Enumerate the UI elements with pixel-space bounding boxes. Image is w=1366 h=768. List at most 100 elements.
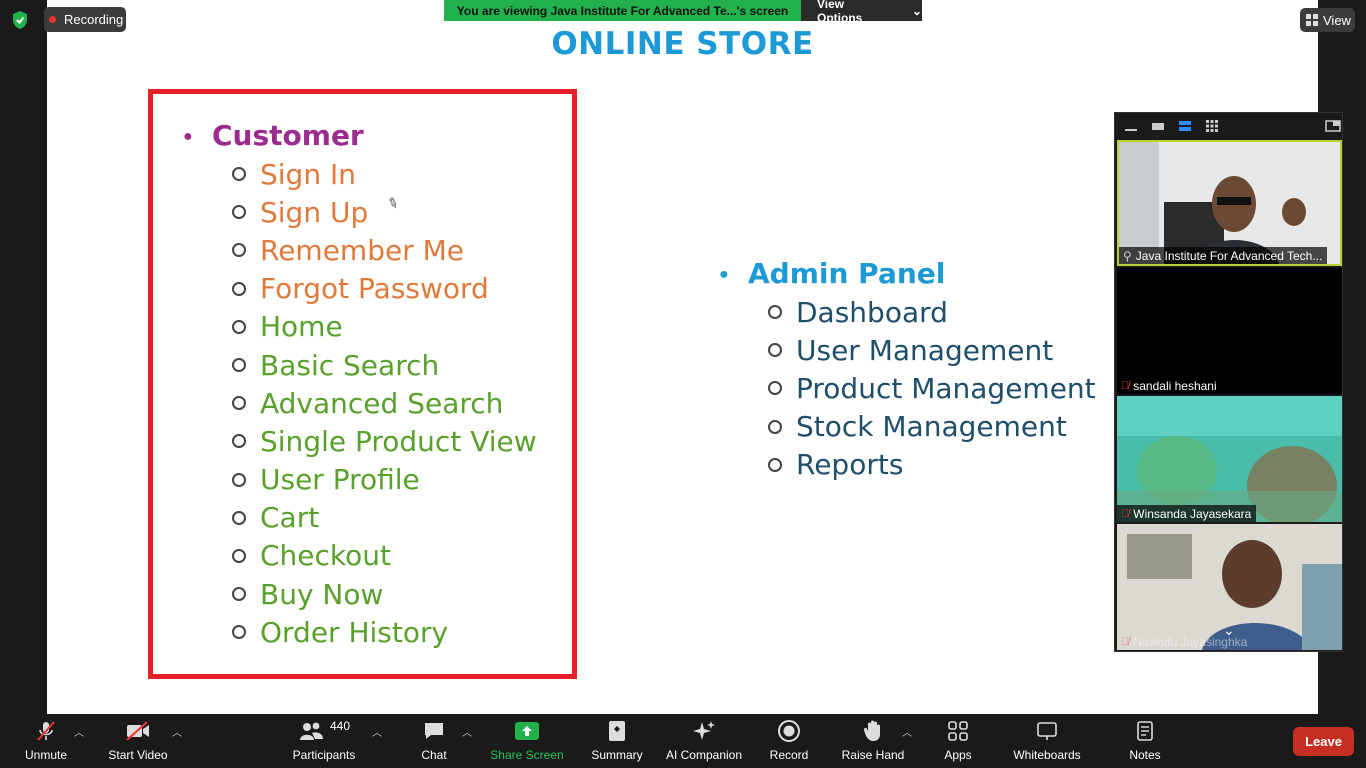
customer-feature-label: Checkout bbox=[260, 539, 391, 573]
circle-bullet-icon bbox=[768, 381, 782, 396]
customer-feature-label: Order History bbox=[260, 615, 449, 649]
customer-feature-label: Remember Me bbox=[260, 233, 464, 267]
customer-feature-item: Sign Up bbox=[232, 193, 537, 231]
customer-feature-item: Single Product View bbox=[232, 422, 537, 460]
whiteboards-label: Whiteboards bbox=[1013, 748, 1081, 762]
minimize-icon[interactable] bbox=[1123, 120, 1139, 132]
view-options-label: View Options bbox=[817, 0, 863, 25]
meeting-toolbar: Unmute ︿ Start Video ︿ 440 Participants … bbox=[0, 714, 1366, 768]
whiteboard-icon bbox=[1037, 722, 1057, 740]
chat-icon bbox=[425, 723, 443, 739]
admin-feature-label: Product Management bbox=[796, 371, 1096, 405]
speaker-view-icon[interactable] bbox=[1150, 120, 1166, 132]
circle-bullet-icon bbox=[232, 625, 246, 640]
customer-feature-item: Home bbox=[232, 308, 537, 346]
admin-feature-item: Stock Management bbox=[768, 408, 1096, 446]
customer-feature-item: Sign In bbox=[232, 155, 537, 193]
circle-bullet-icon bbox=[232, 396, 246, 411]
customer-feature-label: Cart bbox=[260, 501, 320, 535]
circle-bullet-icon bbox=[232, 587, 246, 602]
pop-out-icon[interactable] bbox=[1325, 120, 1341, 132]
mic-muted-icon: 🎙̸ bbox=[1121, 507, 1130, 520]
recording-indicator[interactable]: Recording bbox=[44, 7, 126, 32]
customer-feature-label: Home bbox=[260, 310, 343, 344]
participants-button[interactable]: 440 Participants bbox=[290, 714, 358, 768]
video-tile-host[interactable]: ⚲ Java Institute For Advanced Tech... bbox=[1117, 140, 1342, 266]
circle-bullet-icon bbox=[768, 343, 782, 358]
admin-bullet: ● bbox=[719, 266, 729, 283]
security-shield-icon[interactable] bbox=[10, 9, 30, 31]
circle-bullet-icon bbox=[768, 419, 782, 434]
circle-bullet-icon bbox=[232, 243, 246, 258]
notes-label: Notes bbox=[1129, 748, 1161, 762]
video-tile-participant[interactable]: 🎙̸ Winsanda Jayasekara bbox=[1117, 396, 1342, 522]
unmute-button[interactable]: Unmute bbox=[16, 714, 76, 768]
view-button[interactable]: View bbox=[1300, 8, 1355, 32]
scroll-down-chevron-icon[interactable]: ⌄ bbox=[1223, 622, 1235, 639]
ai-companion-button[interactable]: AI Companion bbox=[662, 714, 746, 768]
record-icon bbox=[778, 720, 800, 742]
customer-feature-item: Order History bbox=[232, 613, 537, 651]
customer-feature-item: User Profile bbox=[232, 461, 537, 499]
participant-video bbox=[1117, 396, 1342, 522]
mic-off-icon bbox=[37, 721, 55, 741]
customer-feature-label: Sign In bbox=[260, 157, 356, 191]
participant-name: sandali heshani bbox=[1133, 378, 1217, 393]
customer-feature-label: Sign Up bbox=[260, 195, 369, 229]
view-label: View bbox=[1323, 12, 1351, 28]
admin-feature-item: User Management bbox=[768, 331, 1096, 369]
ai-sparkle-icon bbox=[693, 721, 715, 740]
circle-bullet-icon bbox=[232, 358, 246, 373]
view-options-button[interactable]: View Options ⌄ bbox=[801, 0, 922, 25]
mic-muted-icon: 🎙̸ bbox=[1121, 379, 1130, 392]
notes-icon bbox=[1137, 721, 1153, 741]
admin-feature-label: User Management bbox=[796, 333, 1054, 367]
reactions-caret-icon[interactable]: ︿ bbox=[902, 724, 912, 739]
participants-caret-icon[interactable]: ︿ bbox=[372, 724, 382, 739]
whiteboards-button[interactable]: Whiteboards bbox=[1010, 714, 1084, 768]
participant-video bbox=[1119, 142, 1340, 264]
slide-title: ONLINE STORE bbox=[551, 26, 814, 62]
participant-name-label: 🎙̸ sandali heshani bbox=[1117, 377, 1222, 394]
raise-hand-button[interactable]: Raise Hand bbox=[840, 714, 906, 768]
leave-button[interactable]: Leave bbox=[1293, 727, 1354, 756]
record-button[interactable]: Record bbox=[764, 714, 814, 768]
chevron-down-icon: ⌄ bbox=[911, 3, 922, 18]
circle-bullet-icon bbox=[232, 167, 246, 182]
video-tile-participant[interactable]: 🎙̸ Navindu Jayasinghka ⌄ bbox=[1117, 524, 1342, 650]
start-video-button[interactable]: Start Video bbox=[104, 714, 172, 768]
share-screen-button[interactable]: Share Screen bbox=[490, 714, 564, 768]
screen-share-banner: You are viewing Java Institute For Advan… bbox=[444, 0, 922, 25]
notes-button[interactable]: Notes bbox=[1122, 714, 1168, 768]
summary-icon bbox=[609, 721, 625, 741]
circle-bullet-icon bbox=[232, 281, 246, 296]
raise-hand-label: Raise Hand bbox=[841, 748, 905, 762]
admin-feature-item: Product Management bbox=[768, 369, 1096, 407]
video-tile-participant[interactable]: 🎙̸ sandali heshani bbox=[1117, 268, 1342, 394]
strip-view-icon[interactable] bbox=[1177, 120, 1193, 132]
grid-view-icon bbox=[1306, 14, 1318, 26]
participant-name-label: 🎙̸ Winsanda Jayasekara bbox=[1117, 505, 1257, 522]
recording-label: Recording bbox=[64, 12, 124, 27]
admin-feature-item: Reports bbox=[768, 446, 1096, 484]
share-banner-text: You are viewing Java Institute For Advan… bbox=[444, 0, 801, 21]
admin-feature-item: Dashboard bbox=[768, 293, 1096, 331]
customer-feature-list: Sign In Sign Up Remember Me Forgot Password… bbox=[232, 155, 537, 651]
customer-feature-item: Forgot Password bbox=[232, 270, 537, 308]
gallery-view-icon[interactable] bbox=[1204, 120, 1220, 132]
start-video-label: Start Video bbox=[108, 748, 168, 762]
customer-feature-label: Basic Search bbox=[260, 348, 440, 382]
apps-label: Apps bbox=[944, 748, 972, 762]
customer-feature-item: Checkout bbox=[232, 537, 537, 575]
apps-button[interactable]: Apps bbox=[936, 714, 980, 768]
audio-options-caret-icon[interactable]: ︿ bbox=[74, 724, 84, 739]
chat-caret-icon[interactable]: ︿ bbox=[462, 724, 472, 739]
participants-icon bbox=[299, 722, 323, 740]
customer-feature-item: Advanced Search bbox=[232, 384, 537, 422]
unmute-label: Unmute bbox=[24, 748, 68, 762]
video-options-caret-icon[interactable]: ︿ bbox=[172, 724, 182, 739]
admin-feature-label: Dashboard bbox=[796, 295, 948, 329]
summary-button[interactable]: Summary bbox=[588, 714, 646, 768]
apps-icon bbox=[948, 721, 968, 741]
chat-button[interactable]: Chat bbox=[414, 714, 454, 768]
